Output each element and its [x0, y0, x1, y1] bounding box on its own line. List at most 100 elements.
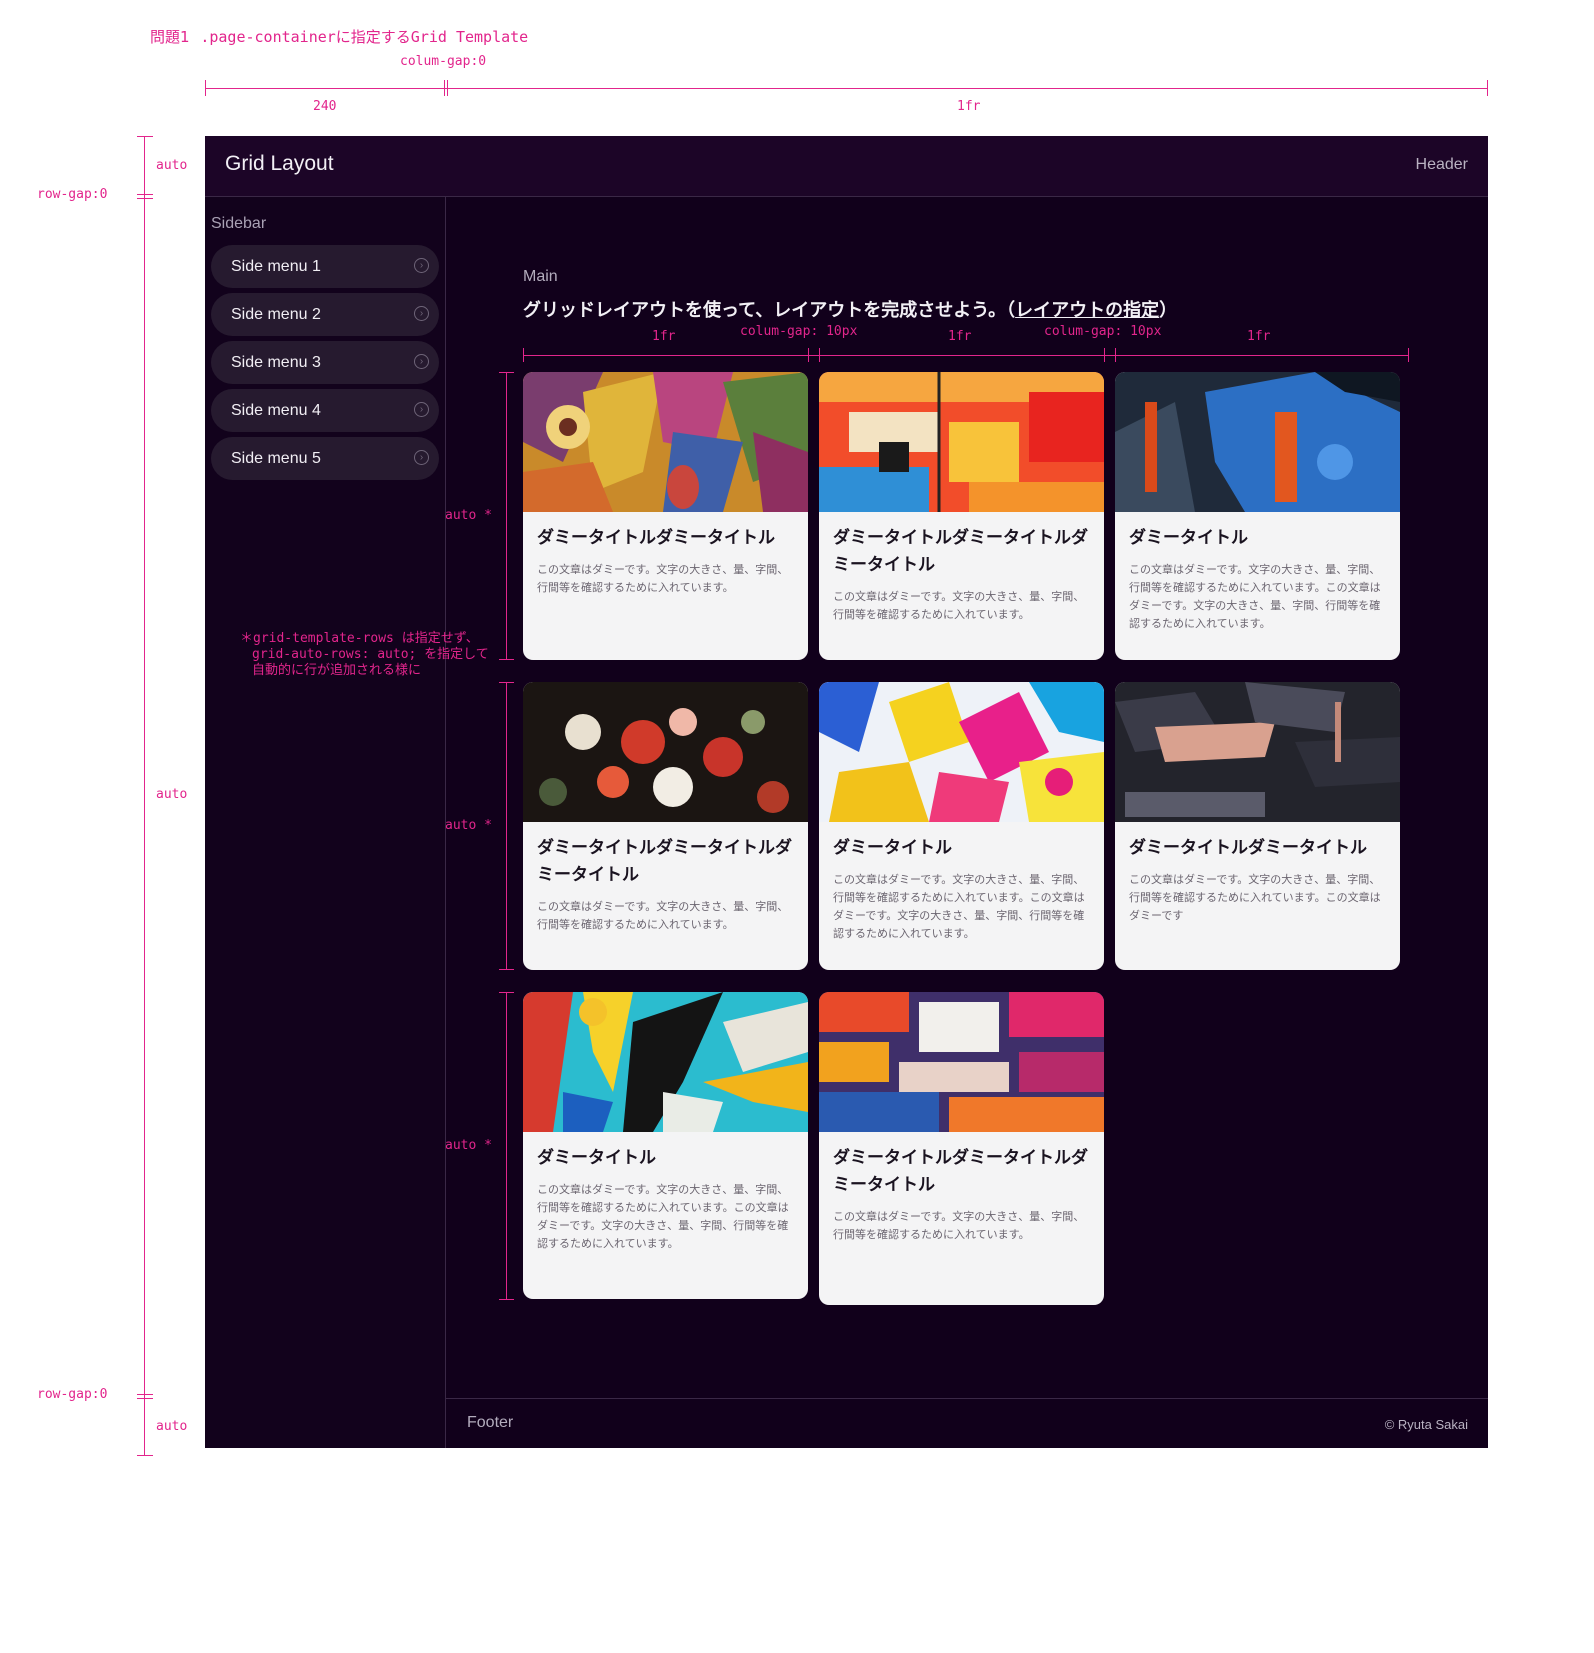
sidebar-item-5[interactable]: Side menu 5 › — [211, 437, 439, 480]
row-auto-bottom-annotation: auto — [156, 1419, 188, 1434]
card-title: ダミータイトルダミータイトルダミータイトル — [833, 1148, 1088, 1194]
row-auto-mid-annotation: auto — [156, 787, 188, 802]
card-image — [1115, 372, 1400, 512]
sidebar-item-3[interactable]: Side menu 3 › — [211, 341, 439, 384]
card-title: ダミータイトルダミータイトルダミータイトル — [833, 528, 1088, 574]
card-title: ダミータイトル — [833, 838, 952, 857]
inner-measure-tick — [808, 348, 809, 362]
row-measure-tick — [137, 1398, 153, 1399]
inner-col-1fr-annotation: 1fr — [948, 329, 972, 344]
card-row-measure-tick — [499, 372, 514, 373]
sidebar-item-1[interactable]: Side menu 1 › — [211, 245, 439, 288]
note-line: 自動的に行が追加される様に — [252, 663, 422, 678]
footer: Footer © Ryuta Sakai — [446, 1398, 1488, 1449]
inner-col-gap-annotation: colum-gap: 10px — [1044, 324, 1162, 339]
question-text: .page-containerに指定するGrid Template — [200, 28, 529, 46]
sidebar-item-label: Side menu 1 — [231, 258, 321, 275]
copyright: © Ryuta Sakai — [1384, 1417, 1468, 1432]
sidebar-item-2[interactable]: Side menu 2 › — [211, 293, 439, 336]
card[interactable]: ダミータイトル この文章はダミーです。文字の大きさ、量、字間、行間等を確認するた… — [1115, 372, 1400, 660]
sidebar-item-label: Side menu 5 — [231, 450, 321, 467]
inner-measure-tick — [1115, 348, 1116, 362]
footer-label: Footer — [467, 1414, 514, 1431]
chevron-right-icon: › — [414, 258, 429, 273]
card-title: ダミータイトル — [537, 1148, 656, 1167]
sidebar-item-label: Side menu 2 — [231, 306, 321, 323]
card-title: ダミータイトルダミータイトル — [537, 528, 775, 547]
chevron-right-icon: › — [414, 354, 429, 369]
header-label: Header — [1415, 156, 1468, 173]
card-image — [1115, 682, 1400, 822]
inner-col-1fr-annotation: 1fr — [652, 329, 676, 344]
col-gap-annotation: colum-gap:0 — [400, 54, 487, 69]
card-row-measure-tick — [499, 659, 514, 660]
site-title: Grid Layout — [225, 152, 334, 175]
chevron-right-icon: › — [414, 402, 429, 417]
page-container: Grid Layout Header Sidebar Side menu 1 ›… — [205, 136, 1488, 1448]
chevron-right-icon: › — [414, 306, 429, 321]
sidebar-item-label: Side menu 3 — [231, 354, 321, 371]
card-row-auto-annotation: auto * — [445, 818, 492, 833]
column-measure-tick — [447, 80, 448, 96]
card[interactable]: ダミータイトルダミータイトルダミータイトル この文章はダミーです。文字の大きさ、… — [523, 682, 808, 970]
column-measure-line — [205, 88, 1488, 89]
row-gap-annotation: row-gap:0 — [37, 187, 108, 202]
main-heading: グリッドレイアウトを使って、レイアウトを完成させよう。（レイアウトの指定） — [523, 296, 1177, 322]
card[interactable]: ダミータイトルダミータイトル この文章はダミーです。文字の大きさ、量、字間、行間… — [1115, 682, 1400, 970]
card-image — [523, 682, 808, 822]
row-auto-top-annotation: auto — [156, 158, 188, 173]
card-title: ダミータイトルダミータイトルダミータイトル — [537, 838, 792, 884]
card-text: この文章はダミーです。文字の大きさ、量、字間、行間等を確認するために入れています… — [833, 591, 1085, 621]
main-label: Main — [523, 268, 558, 285]
card-title: ダミータイトルダミータイトル — [1129, 838, 1367, 857]
card-row-auto-annotation: auto * — [445, 508, 492, 523]
row-measure-line — [144, 136, 145, 1456]
card-row-measure-tick — [499, 1299, 514, 1300]
col-1fr-annotation: 1fr — [957, 99, 981, 114]
row-gap-annotation: row-gap:0 — [37, 1387, 108, 1402]
inner-col-gap-annotation: colum-gap: 10px — [740, 324, 858, 339]
layout-spec-link[interactable]: レイアウトの指定 — [1015, 300, 1159, 320]
note-line: grid-auto-rows: auto; を指定して — [252, 647, 489, 662]
card[interactable]: ダミータイトルダミータイトルダミータイトル この文章はダミーです。文字の大きさ、… — [819, 372, 1104, 660]
card-text: この文章はダミーです。文字の大きさ、量、字間、行間等を確認するために入れています… — [537, 564, 789, 594]
card-image — [523, 992, 808, 1132]
card[interactable]: ダミータイトルダミータイトル この文章はダミーです。文字の大きさ、量、字間、行間… — [523, 372, 808, 660]
inner-measure-tick — [1104, 348, 1105, 362]
card[interactable]: ダミータイトルダミータイトルダミータイトル この文章はダミーです。文字の大きさ、… — [819, 992, 1104, 1305]
col-240-annotation: 240 — [313, 99, 337, 114]
card[interactable]: ダミータイトル この文章はダミーです。文字の大きさ、量、字間、行間等を確認するた… — [523, 992, 808, 1299]
card-row-measure-tick — [499, 969, 514, 970]
card-text: この文章はダミーです。文字の大きさ、量、字間、行間等を確認するために入れています… — [833, 1211, 1085, 1241]
card-image — [819, 992, 1104, 1132]
row-measure-tick — [137, 1394, 153, 1395]
main-heading-end: ） — [1159, 300, 1178, 320]
card-row-measure-tick — [499, 992, 514, 993]
card-image — [523, 372, 808, 512]
card-text: この文章はダミーです。文字の大きさ、量、字間、行間等を確認するために入れています… — [1129, 564, 1381, 630]
inner-measure-tick — [1408, 348, 1409, 362]
row-measure-tick — [137, 198, 153, 199]
card-image — [819, 682, 1104, 822]
inner-column-measure-line — [523, 355, 1409, 356]
question-label: 問題1 .page-containerに指定するGrid Template — [150, 26, 528, 47]
card-row-measure-line — [506, 682, 507, 970]
inner-col-1fr-annotation: 1fr — [1247, 329, 1271, 344]
inner-measure-tick — [523, 348, 524, 362]
column-measure-tick — [205, 80, 206, 96]
card-text: この文章はダミーです。文字の大きさ、量、字間、行間等を確認するために入れています… — [833, 874, 1085, 940]
column-measure-tick — [444, 80, 445, 96]
header: Grid Layout Header — [205, 136, 1488, 197]
card-text: この文章はダミーです。文字の大きさ、量、字間、行間等を確認するために入れています… — [537, 901, 789, 931]
sidebar-item-label: Side menu 4 — [231, 402, 321, 419]
sidebar-item-4[interactable]: Side menu 4 › — [211, 389, 439, 432]
card-text: この文章はダミーです。文字の大きさ、量、字間、行間等を確認するために入れています… — [537, 1184, 789, 1250]
column-measure-tick — [1487, 80, 1488, 96]
row-measure-tick — [137, 1455, 153, 1456]
chevron-right-icon: › — [414, 450, 429, 465]
card[interactable]: ダミータイトル この文章はダミーです。文字の大きさ、量、字間、行間等を確認するた… — [819, 682, 1104, 970]
card-row-measure-tick — [499, 682, 514, 683]
question-number: 問題1 — [150, 28, 190, 46]
card-image — [819, 372, 1104, 512]
note-line: ＊grid-template-rows は指定せず、 — [240, 631, 479, 646]
